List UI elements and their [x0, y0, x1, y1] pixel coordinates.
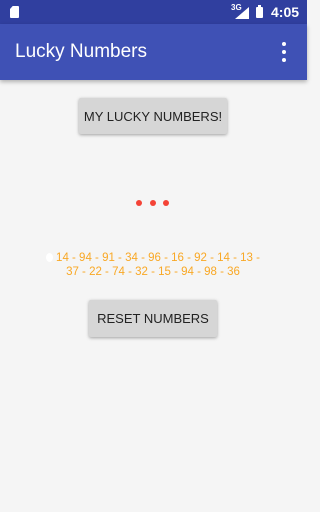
bullet-icon [46, 253, 54, 262]
reset-numbers-button[interactable]: RESET NUMBERS [89, 300, 217, 337]
status-clock: 4:05 [271, 4, 300, 20]
loading-dots-indicator [136, 200, 172, 208]
my-lucky-numbers-button[interactable]: MY LUCKY NUMBERS! [79, 98, 227, 134]
status-bar: 3G 4:05 [0, 0, 307, 24]
lucky-numbers-text: 14 - 94 - 91 - 34 - 96 - 16 - 92 - 14 - … [34, 251, 272, 279]
numbers-line-1: 14 - 94 - 91 - 34 - 96 - 16 - 92 - 14 - … [56, 252, 260, 264]
battery-icon [256, 5, 263, 18]
overflow-menu-icon[interactable] [278, 40, 290, 64]
signal-icon [235, 7, 249, 19]
app-title: Lucky Numbers [15, 41, 147, 62]
sd-card-icon [10, 6, 19, 18]
app-bar: Lucky Numbers [0, 24, 307, 80]
numbers-line-2: 37 - 22 - 74 - 32 - 15 - 94 - 98 - 36 [66, 266, 240, 278]
